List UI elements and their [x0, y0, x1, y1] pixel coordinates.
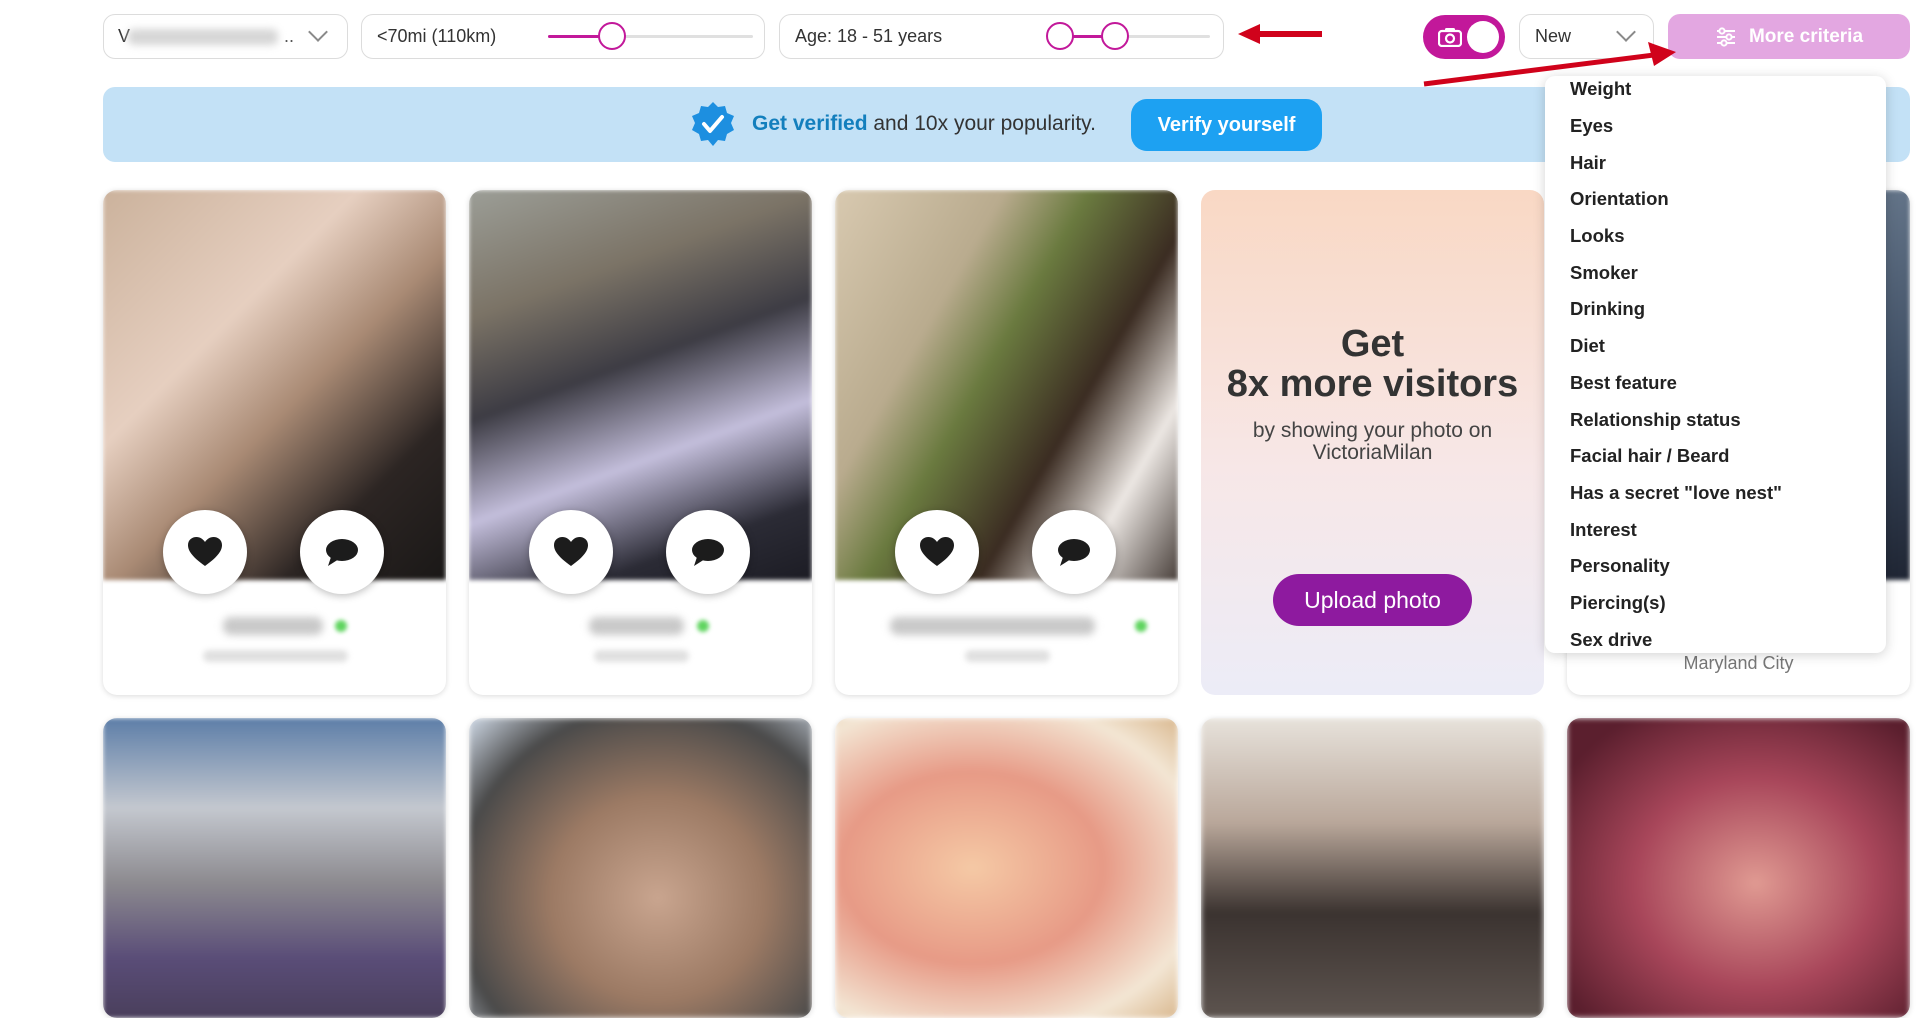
chevron-down-icon	[1616, 22, 1636, 42]
verify-yourself-button[interactable]: Verify yourself	[1131, 99, 1322, 151]
profile-name	[223, 617, 323, 635]
distance-filter[interactable]: <70mi (110km)	[361, 14, 765, 59]
menu-item-piercings[interactable]: Piercing(s)	[1570, 592, 1666, 614]
annotation-arrow-left	[1238, 24, 1322, 44]
profile-card[interactable]	[835, 718, 1178, 1018]
profile-card[interactable]	[103, 718, 446, 1018]
heart-icon	[554, 537, 588, 566]
distance-label: <70mi (110km)	[377, 26, 497, 46]
profile-city: Maryland City	[1683, 653, 1794, 673]
profile-photo[interactable]	[1201, 718, 1544, 1018]
chat-bubble-icon	[326, 539, 358, 566]
menu-item-hair[interactable]: Hair	[1570, 152, 1606, 174]
profile-name	[589, 617, 684, 635]
menu-item-facial-hair[interactable]: Facial hair / Beard	[1570, 445, 1729, 467]
menu-item-relationship-status[interactable]: Relationship status	[1570, 409, 1741, 431]
profile-photo[interactable]	[103, 190, 446, 580]
chat-bubble-icon	[1058, 539, 1090, 566]
verify-message-strong: Get verified	[752, 112, 868, 135]
age-min-handle[interactable]	[1046, 22, 1074, 50]
verified-badge-icon	[692, 102, 734, 146]
location-blurred-text	[128, 29, 278, 45]
age-filter[interactable]: Age: 18 - 51 years	[779, 14, 1224, 59]
distance-slider-handle[interactable]	[598, 22, 626, 50]
profile-city	[203, 650, 348, 662]
menu-item-personality[interactable]: Personality	[1570, 555, 1670, 577]
profile-city	[594, 650, 689, 662]
profile-card[interactable]	[1201, 718, 1544, 1018]
upload-photo-button[interactable]: Upload photo	[1273, 574, 1472, 626]
profile-card[interactable]	[103, 190, 446, 695]
profile-photo[interactable]	[469, 190, 812, 580]
promo-line-2: 8x more visitors	[1226, 363, 1519, 405]
verify-message-rest: and 10x your popularity.	[867, 112, 1096, 135]
age-max-handle[interactable]	[1101, 22, 1129, 50]
menu-item-love-nest[interactable]: Has a secret "love nest"	[1570, 482, 1782, 504]
menu-item-drinking[interactable]: Drinking	[1570, 298, 1645, 320]
verify-message: Get verified and 10x your popularity.	[752, 112, 1096, 136]
menu-item-looks[interactable]: Looks	[1570, 225, 1624, 247]
online-status-dot	[697, 620, 709, 632]
menu-item-orientation[interactable]: Orientation	[1570, 188, 1669, 210]
chevron-down-icon	[308, 22, 328, 42]
menu-item-interest[interactable]: Interest	[1570, 519, 1637, 541]
more-criteria-button[interactable]: More criteria	[1668, 14, 1910, 59]
profile-photo[interactable]	[103, 718, 446, 1018]
heart-icon	[920, 537, 954, 566]
menu-item-best-feature[interactable]: Best feature	[1570, 372, 1677, 394]
heart-icon	[188, 537, 222, 566]
location-ellipsis: ..	[284, 26, 295, 46]
online-status-dot	[1135, 620, 1147, 632]
annotation-arrow-diagonal	[1423, 42, 1676, 87]
menu-item-sex-drive[interactable]: Sex drive	[1570, 629, 1652, 651]
profile-city	[965, 650, 1050, 662]
filter-sliders-icon	[1716, 26, 1735, 47]
more-criteria-label: More criteria	[1748, 25, 1864, 47]
menu-item-eyes[interactable]: Eyes	[1570, 115, 1613, 137]
profile-card[interactable]	[835, 190, 1178, 695]
promo-line-1: Get	[1340, 323, 1405, 365]
message-button[interactable]	[300, 510, 384, 594]
profile-photo[interactable]	[1567, 718, 1910, 1018]
promo-line-4: VictoriaMilan	[1312, 441, 1433, 464]
location-select[interactable]: V ..	[103, 14, 348, 59]
age-label: Age: 18 - 51 years	[795, 26, 943, 46]
like-button[interactable]	[163, 510, 247, 594]
like-button[interactable]	[895, 510, 979, 594]
message-button[interactable]	[1032, 510, 1116, 594]
profile-card[interactable]	[469, 718, 812, 1018]
profile-card[interactable]	[469, 190, 812, 695]
menu-item-diet[interactable]: Diet	[1570, 335, 1605, 357]
message-button[interactable]	[666, 510, 750, 594]
chat-bubble-icon	[692, 539, 724, 566]
profile-name	[890, 617, 1095, 635]
promo-line-3: by showing your photo on	[1252, 419, 1493, 442]
more-criteria-menu: Weight Eyes Hair Orientation Looks Smoke…	[1545, 76, 1886, 653]
profile-photo[interactable]	[469, 718, 812, 1018]
online-status-dot	[335, 620, 347, 632]
profile-photo[interactable]	[835, 190, 1178, 580]
like-button[interactable]	[529, 510, 613, 594]
menu-item-smoker[interactable]: Smoker	[1570, 262, 1638, 284]
profile-card[interactable]	[1567, 718, 1910, 1018]
profile-photo[interactable]	[835, 718, 1178, 1018]
